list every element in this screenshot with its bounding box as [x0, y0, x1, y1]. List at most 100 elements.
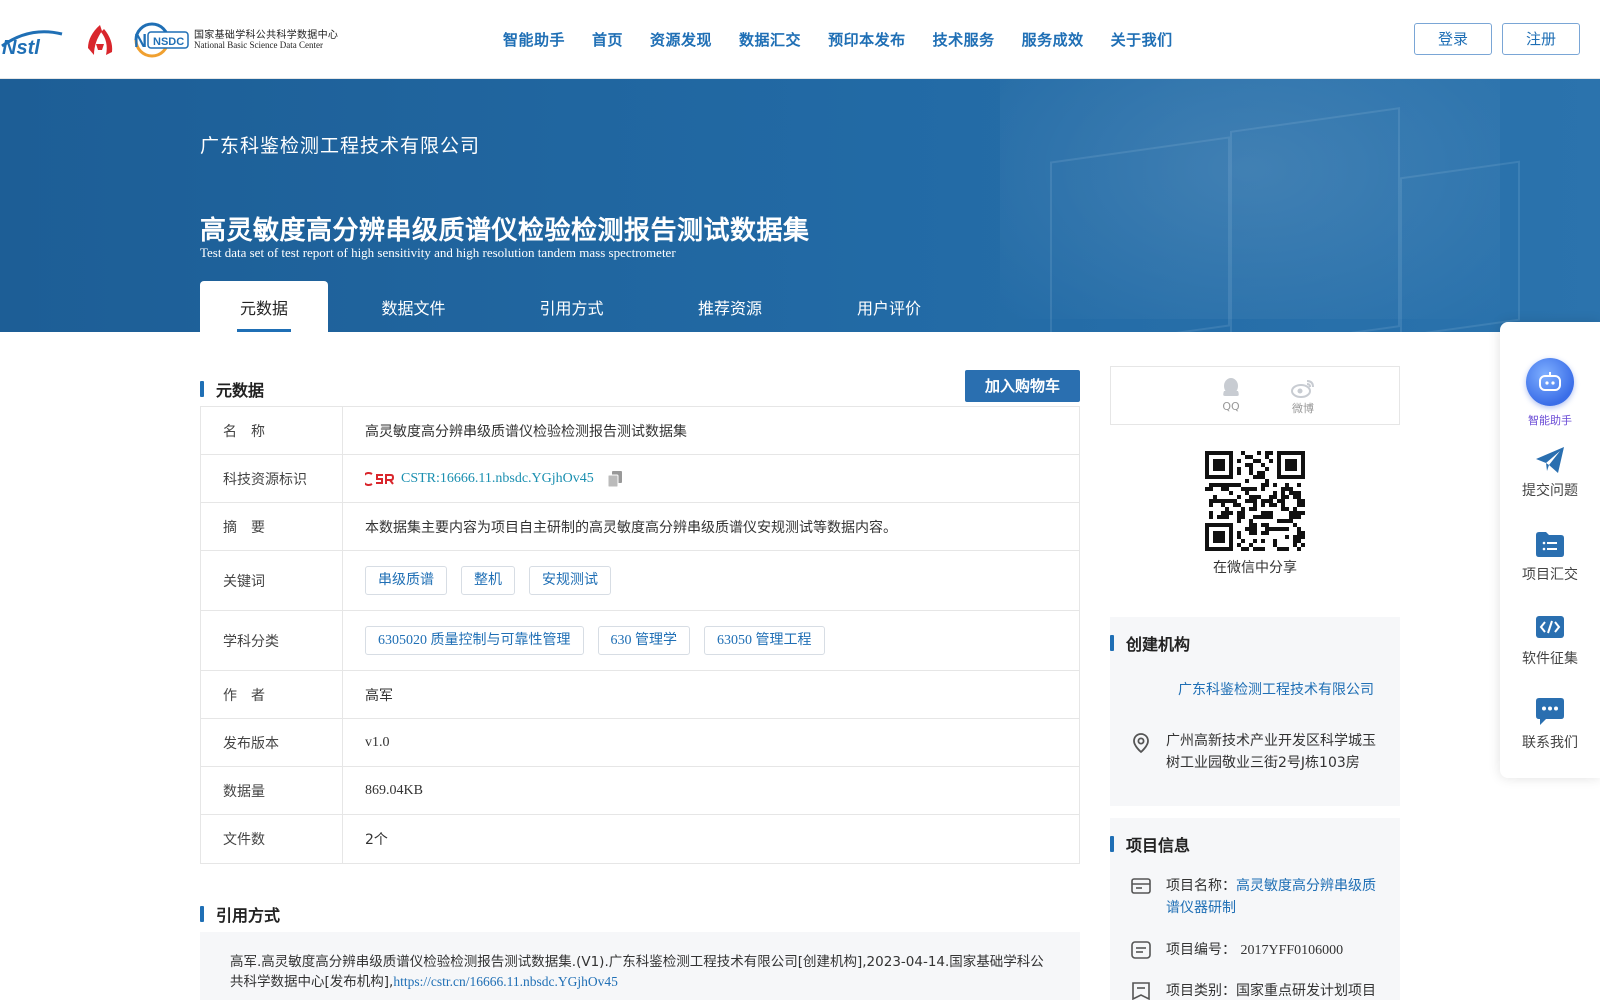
qr-module: [1297, 511, 1301, 515]
project-name-row: 项目名称：高灵敏度高分辨串级质谱仪器研制: [1130, 875, 1386, 919]
qr-module: [1253, 539, 1257, 543]
nav-resource-discovery[interactable]: 资源发现: [650, 29, 712, 50]
tab-citation[interactable]: 引用方式: [499, 281, 644, 332]
banner-decoration: [1230, 107, 1400, 332]
qr-module: [1273, 491, 1277, 495]
qr-module: [1265, 479, 1269, 483]
nav-about[interactable]: 关于我们: [1111, 29, 1173, 50]
nav-home[interactable]: 首页: [592, 29, 623, 50]
qr-module: [1213, 451, 1217, 455]
creator-org-link[interactable]: 广东科鉴检测工程技术有限公司: [1178, 679, 1374, 699]
cas-logo-icon[interactable]: [82, 22, 118, 58]
float-submit-question[interactable]: 提交问题: [1500, 444, 1600, 500]
tab-data-files[interactable]: 数据文件: [328, 281, 499, 332]
qr-module: [1257, 515, 1261, 519]
float-project-submission[interactable]: 项目汇交: [1500, 528, 1600, 584]
qr-module: [1277, 455, 1281, 459]
qr-module: [1273, 503, 1277, 507]
keyword-chip[interactable]: 串级质谱: [365, 566, 447, 595]
qr-module: [1301, 499, 1305, 503]
qr-module: [1221, 531, 1225, 535]
login-button[interactable]: 登录: [1414, 23, 1492, 55]
qr-module: [1297, 451, 1301, 455]
qr-module: [1261, 475, 1265, 479]
metadata-section-header: 元数据: [200, 377, 264, 401]
float-software-collection[interactable]: 软件征集: [1500, 612, 1600, 668]
tab-metadata[interactable]: 元数据: [200, 281, 328, 332]
nav-preprint[interactable]: 预印本发布: [828, 29, 906, 50]
nav-tech-services[interactable]: 技术服务: [933, 29, 995, 50]
qr-module: [1281, 451, 1285, 455]
qr-module: [1209, 515, 1213, 519]
subject-chip[interactable]: 6305020 质量控制与可靠性管理: [365, 626, 584, 655]
qr-module: [1237, 459, 1241, 463]
citation-link[interactable]: https://cstr.cn/16666.11.nbsdc.YGjhOv45: [393, 974, 618, 989]
qr-module: [1229, 459, 1233, 463]
qr-module: [1225, 547, 1229, 551]
section-accent-bar: [1110, 836, 1114, 852]
qr-module: [1221, 535, 1225, 539]
qr-module: [1293, 459, 1297, 463]
qr-module: [1293, 475, 1297, 479]
qr-module: [1233, 499, 1237, 503]
qr-module: [1261, 471, 1265, 475]
row-label: 学科分类: [201, 611, 343, 670]
qr-module: [1225, 523, 1229, 527]
qr-module: [1289, 459, 1293, 463]
qr-module: [1289, 463, 1293, 467]
qr-module: [1301, 543, 1305, 547]
qr-module: [1277, 451, 1281, 455]
creator-section-title: 创建机构: [1126, 635, 1191, 654]
cstr-link[interactable]: CSTR:16666.11.nbsdc.YGjhOv45: [401, 471, 594, 487]
row-label: 关键词: [201, 551, 343, 610]
qr-module: [1277, 527, 1281, 531]
nav-service-results[interactable]: 服务成效: [1022, 29, 1084, 50]
qr-module: [1225, 515, 1229, 519]
share-qq[interactable]: QQ: [1211, 376, 1251, 413]
table-row: 名 称 高灵敏度高分辨串级质谱仪检验检测报告测试数据集: [201, 407, 1079, 455]
nsdc-logo-en-text: National Basic Science Data Center: [194, 39, 323, 50]
qr-module: [1249, 487, 1253, 491]
qr-module: [1285, 483, 1289, 487]
qr-module: [1217, 483, 1221, 487]
citation-text: 高军.高灵敏度高分辨串级质谱仪检验检测报告测试数据集.(V1).广东科鉴检测工程…: [230, 954, 1044, 990]
row-label: 数据量: [201, 767, 343, 814]
nstl-logo[interactable]: Nstl: [0, 18, 66, 62]
tab-user-reviews[interactable]: 用户评价: [816, 281, 962, 332]
qr-module: [1253, 507, 1257, 511]
qr-module: [1249, 455, 1253, 459]
section-accent-bar: [1110, 635, 1114, 651]
qr-module: [1237, 483, 1241, 487]
qr-module: [1229, 531, 1233, 535]
qr-module: [1253, 547, 1257, 551]
nav-data-submission[interactable]: 数据汇交: [739, 29, 801, 50]
share-weibo[interactable]: 微博: [1283, 376, 1323, 416]
copy-icon[interactable]: [607, 470, 622, 487]
qr-module: [1261, 539, 1265, 543]
row-label: 作 者: [201, 671, 343, 718]
add-to-cart-button[interactable]: 加入购物车: [965, 370, 1080, 402]
qr-module: [1265, 515, 1269, 519]
chat-bubble-icon: [1534, 696, 1566, 728]
qr-module: [1293, 507, 1297, 511]
qr-module: [1225, 487, 1229, 491]
qr-module: [1285, 519, 1289, 523]
keyword-chip[interactable]: 安规测试: [529, 566, 611, 595]
qr-module: [1217, 535, 1221, 539]
qr-module: [1205, 451, 1209, 455]
nsdc-logo[interactable]: N NSDC 国家基础学科公共科学数据中心 National Basic Sci…: [132, 20, 338, 60]
float-ai-assistant[interactable]: 智能助手: [1500, 358, 1600, 428]
tab-recommended[interactable]: 推荐资源: [644, 281, 816, 332]
subject-chip[interactable]: 630 管理学: [597, 626, 690, 655]
float-contact-us[interactable]: 联系我们: [1500, 696, 1600, 752]
keyword-chip[interactable]: 整机: [461, 566, 515, 595]
qr-module: [1269, 527, 1273, 531]
banner-org-name: 广东科鉴检测工程技术有限公司: [200, 135, 481, 157]
register-button[interactable]: 注册: [1502, 23, 1580, 55]
float-project-label: 项目汇交: [1522, 567, 1578, 583]
project-type-row: 项目类别：国家重点研发计划项目: [1130, 980, 1386, 1000]
nav-ai-assistant[interactable]: 智能助手: [503, 29, 565, 50]
subject-chip[interactable]: 63050 管理工程: [704, 626, 825, 655]
qr-module: [1301, 535, 1305, 539]
creator-address: 广州高新技术产业开发区科学城玉树工业园敬业三街2号J栋103房: [1166, 733, 1376, 771]
